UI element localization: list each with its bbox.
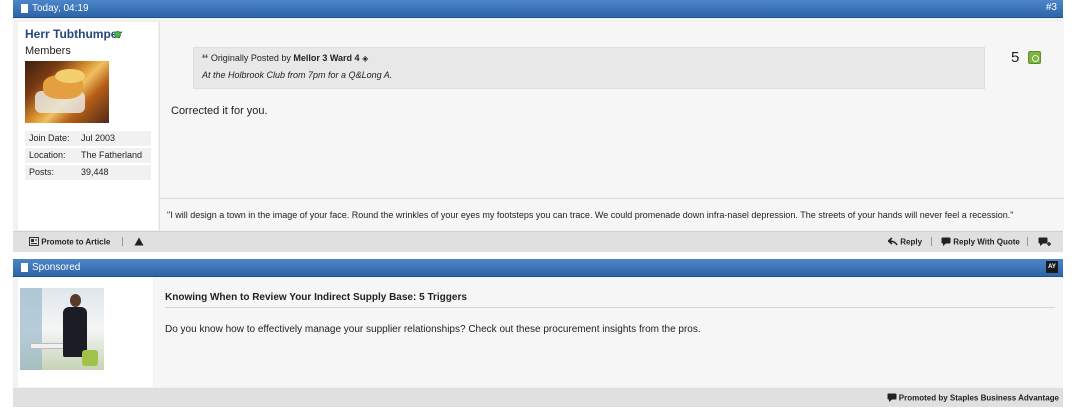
stat-label: Join Date:: [29, 133, 70, 143]
promote-to-article-button[interactable]: Promote to Article: [29, 237, 111, 247]
warning-icon: [134, 237, 144, 246]
quote-bubble-icon: [887, 393, 897, 403]
stat-join-date: Join Date: Jul 2003: [25, 131, 151, 146]
promote-label: Promote to Article: [41, 237, 111, 247]
stat-label: Posts:: [29, 167, 55, 177]
quote-prefix: Originally Posted by: [210, 53, 291, 63]
quote-author-link[interactable]: Mellor 3 Ward 4: [293, 53, 359, 63]
post-footer: Promote to Article Reply Reply With Quot…: [13, 231, 1063, 252]
reply-with-quote-label: Reply With Quote: [953, 237, 1020, 247]
stat-value: 39,448: [81, 167, 109, 177]
promoted-by-link[interactable]: Promoted by Staples Business Advantage: [887, 393, 1059, 403]
username-link[interactable]: Herr Tubthumper: [25, 27, 122, 41]
online-status-icon: [114, 31, 121, 38]
divider: [1027, 237, 1028, 246]
ad-divider: [165, 307, 1055, 308]
quote-header: ❛❛ Originally Posted by Mellor 3 Ward 4 ◈: [202, 53, 368, 64]
promoted-by-label: Promoted by Staples Business Advantage: [898, 393, 1059, 403]
stat-value: Jul 2003: [81, 133, 116, 143]
reply-with-quote-button[interactable]: Reply With Quote: [941, 237, 1020, 247]
reply-button[interactable]: Reply: [888, 237, 922, 246]
stat-posts: Posts: 39,448: [25, 165, 151, 180]
signature: "I will design a town in the image of yo…: [167, 210, 1014, 220]
user-stats: Join Date: Jul 2003 Location: The Father…: [25, 131, 151, 182]
signature-divider: [160, 198, 1064, 199]
ad-footer: Promoted by Staples Business Advantage: [13, 388, 1063, 407]
divider: [931, 237, 932, 246]
multi-quote-icon: [1038, 237, 1051, 246]
ad-choices-badge[interactable]: AY: [1046, 261, 1058, 273]
article-icon: [29, 237, 39, 247]
reply-arrow-icon: [888, 237, 898, 246]
stat-location: Location: The Fatherland: [25, 148, 151, 163]
view-post-icon[interactable]: ◈: [362, 54, 368, 63]
post-icon: [21, 263, 28, 272]
post-content: ❛❛ Originally Posted by Mellor 3 Ward 4 ◈…: [159, 22, 1064, 230]
avatar[interactable]: [25, 61, 109, 123]
quote-text: At the Holbrook Club from 7pm for a Q&Lo…: [202, 70, 393, 80]
sponsored-label: Sponsored: [32, 262, 81, 273]
forum-post: Today, 04:19 #3 Herr Tubthumper Members …: [13, 0, 1064, 252]
user-title: Members: [25, 45, 71, 57]
quote-icon: ❛❛: [202, 53, 208, 63]
stat-value: The Fatherland: [81, 150, 143, 160]
post-icon: [21, 4, 28, 13]
stat-label: Location:: [29, 150, 66, 160]
reputation-count: 5: [1011, 49, 1020, 66]
multi-quote-button[interactable]: [1038, 237, 1051, 247]
post-date: Today, 04:19: [32, 3, 89, 14]
divider: [122, 237, 123, 246]
reply-label: Reply: [900, 237, 923, 247]
ad-title-link[interactable]: Knowing When to Review Your Indirect Sup…: [165, 292, 467, 303]
sponsored-post: Sponsored AY Knowing When to Review Your…: [13, 259, 1063, 407]
post-header: Today, 04:19 #3: [13, 0, 1063, 18]
quote-bubble-icon: [941, 237, 951, 247]
ad-image[interactable]: [20, 288, 104, 370]
ad-content: Knowing When to Review Your Indirect Sup…: [154, 277, 1063, 387]
reputation-icon[interactable]: [1028, 51, 1041, 64]
post-number-link[interactable]: #3: [1046, 2, 1057, 13]
sponsored-header: Sponsored AY: [13, 259, 1063, 277]
post-message: Corrected it for you.: [171, 105, 268, 117]
quote-block: ❛❛ Originally Posted by Mellor 3 Ward 4 ◈…: [193, 47, 985, 89]
report-post-button[interactable]: [134, 237, 144, 246]
user-info-panel: Herr Tubthumper Members Join Date: Jul 2…: [18, 22, 158, 230]
ad-image-panel: [18, 277, 153, 387]
ad-description: Do you know how to effectively manage yo…: [165, 324, 701, 335]
